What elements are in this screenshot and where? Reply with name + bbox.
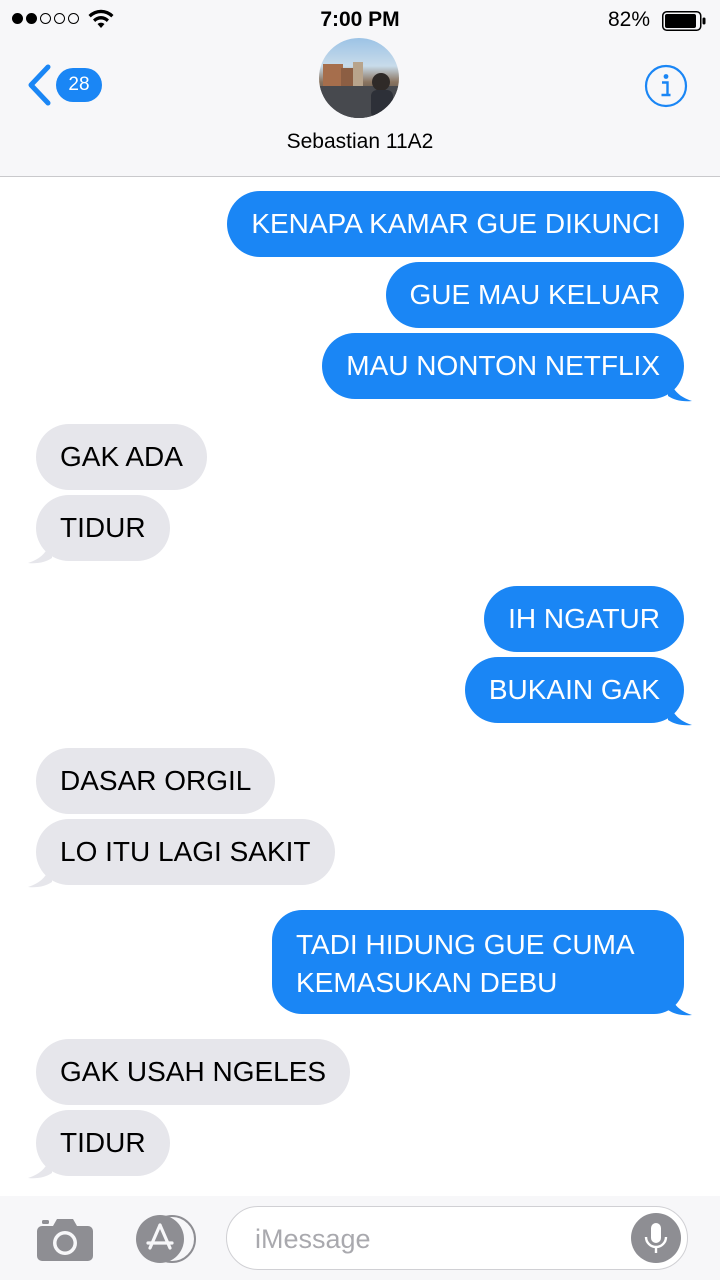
bubble-tail-incoming (28, 534, 52, 564)
avatar-photo (319, 62, 399, 118)
message-bubble-incoming[interactable]: GAK ADA (36, 424, 207, 490)
compose-bar (0, 1196, 720, 1280)
message-bubble-incoming[interactable]: GAK USAH NGELES (36, 1039, 351, 1105)
message-bubble-incoming[interactable]: DASAR ORGIL (36, 748, 276, 814)
message-bubble-outgoing[interactable]: BUKAIN GAK (464, 657, 684, 723)
bubble-tail-incoming (28, 1149, 52, 1179)
contact-name[interactable]: Sebastian 11A2 (0, 130, 720, 154)
bubble-tail-outgoing (668, 986, 692, 1016)
message-bubble-outgoing[interactable]: GUE MAU KELUAR (385, 262, 684, 328)
back-chevron-icon (28, 64, 51, 106)
message-bubble-outgoing[interactable]: KENAPA KAMAR GUE DIKUNCI (227, 191, 684, 257)
microphone-icon (644, 1223, 668, 1253)
app-store-icon[interactable] (130, 1214, 198, 1264)
battery-percentage: 82% (607, 8, 650, 31)
back-button[interactable]: 28 (26, 64, 102, 106)
message-bubble-incoming[interactable]: TIDUR (36, 1110, 170, 1176)
message-bubble-incoming[interactable]: LO ITU LAGI SAKIT (36, 819, 335, 885)
bubble-tail-outgoing (668, 372, 692, 402)
message-bubble-outgoing[interactable]: MAU NONTON NETFLIX (322, 333, 684, 399)
message-input[interactable] (253, 1221, 617, 1257)
bubble-tail-incoming (28, 858, 52, 888)
message-bubble-outgoing[interactable]: IH NGATUR (484, 586, 684, 652)
status-bar: 7:00 PM 82% (0, 0, 720, 40)
camera-icon[interactable] (36, 1216, 94, 1262)
bubble-tail-outgoing (668, 696, 692, 726)
avatar[interactable] (319, 38, 399, 118)
message-input-field[interactable] (226, 1206, 688, 1270)
unread-count-badge: 28 (56, 68, 102, 102)
battery-icon (662, 11, 706, 31)
info-icon[interactable] (644, 64, 688, 108)
message-bubble-incoming[interactable]: TIDUR (36, 495, 170, 561)
message-bubble-outgoing[interactable]: TADI HIDUNG GUE CUMA KEMASUKAN DEBU (272, 910, 684, 1014)
microphone-button[interactable] (631, 1213, 681, 1263)
